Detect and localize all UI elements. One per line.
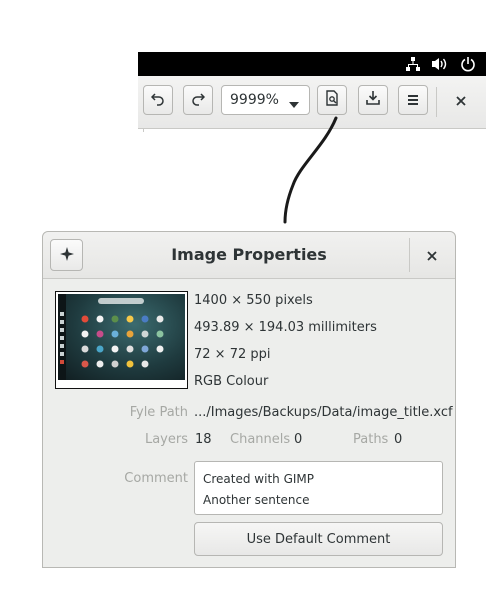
layers-label: Layers bbox=[144, 432, 188, 447]
comment-label: Comment bbox=[124, 471, 188, 486]
paths-value: 0 bbox=[394, 432, 403, 447]
comment-textarea[interactable]: Created with GIMP Another sentence bbox=[194, 461, 443, 515]
paths-label: Paths bbox=[353, 432, 389, 447]
channels-label: Channels bbox=[230, 432, 291, 447]
dimensions-pixels: 1400 × 550 pixels bbox=[194, 293, 313, 308]
layers-value: 18 bbox=[195, 432, 212, 447]
file-path-value: .../Images/Backups/Data/image_title.xcf bbox=[194, 405, 453, 420]
dialog-header: Image Properties bbox=[43, 232, 455, 279]
channels-value: 0 bbox=[294, 432, 303, 447]
header-separator bbox=[409, 238, 410, 272]
image-thumbnail bbox=[55, 291, 188, 389]
thumbnail-preview bbox=[58, 294, 185, 380]
resolution: 72 × 72 ppi bbox=[194, 347, 271, 362]
use-default-comment-button[interactable]: Use Default Comment bbox=[194, 522, 443, 556]
dialog-close-button[interactable] bbox=[419, 242, 445, 268]
dialog-title: Image Properties bbox=[171, 245, 327, 264]
comment-line-2: Another sentence bbox=[203, 493, 310, 507]
color-mode: RGB Colour bbox=[194, 374, 269, 389]
close-icon bbox=[427, 246, 437, 265]
file-path-label: Fyle Path bbox=[129, 405, 188, 420]
dimensions-mm: 493.89 × 194.03 millimiters bbox=[194, 320, 377, 335]
image-properties-dialog: Image Properties 1400 × 550 pixels 493.8… bbox=[42, 231, 456, 568]
comment-line-1: Created with GIMP bbox=[203, 472, 315, 486]
